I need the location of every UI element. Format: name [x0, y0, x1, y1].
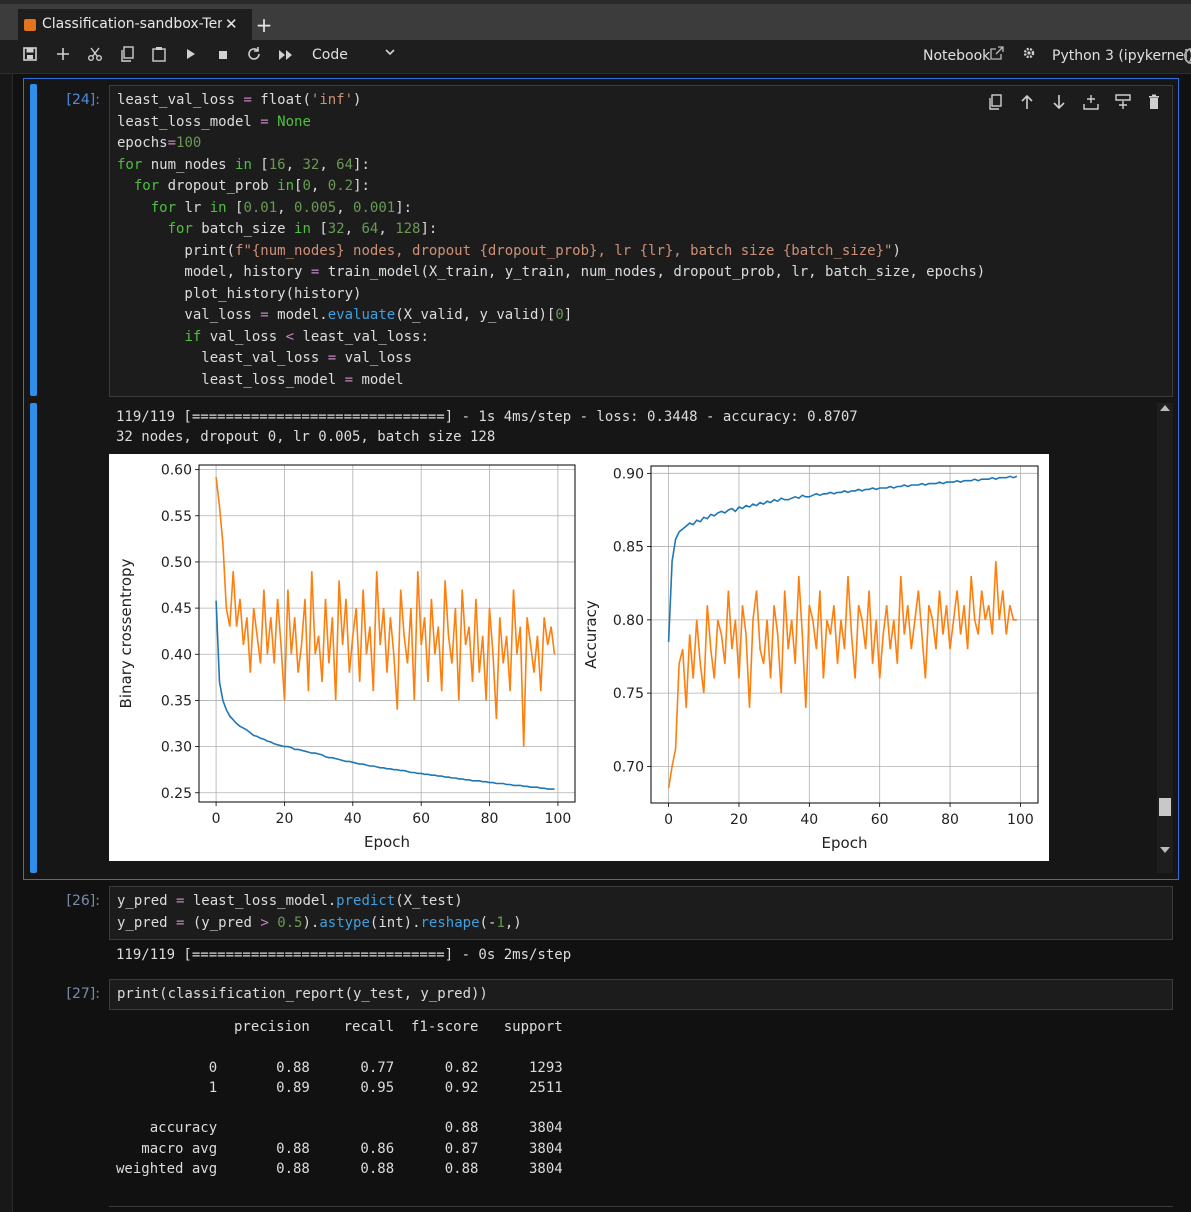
- x-tick-label: 80: [481, 811, 499, 827]
- move-up-icon[interactable]: [1017, 94, 1037, 110]
- chevron-down-icon[interactable]: [384, 46, 396, 62]
- copy-icon[interactable]: [116, 46, 138, 66]
- cell-output-text: 119/119 [==============================]…: [116, 409, 858, 446]
- x-tick-label: 40: [344, 811, 362, 827]
- x-tick-label: 0: [212, 811, 221, 827]
- cell-output-text: 119/119 [==============================]…: [116, 947, 572, 963]
- x-tick-label: 20: [276, 811, 294, 827]
- y-tick-label: 0.90: [613, 466, 644, 482]
- insert-above-icon[interactable]: [1081, 94, 1101, 110]
- x-axis-label: Epoch: [364, 833, 410, 851]
- tab-bar: Classification-sandbox-Tensc ✕ +: [0, 0, 1191, 40]
- external-link-icon[interactable]: [990, 46, 1004, 64]
- y-tick-label: 0.80: [613, 613, 644, 629]
- y-tick-label: 0.40: [161, 647, 192, 663]
- cell-prompt: [26]:: [66, 893, 100, 909]
- code-editor[interactable]: least_val_loss = float('inf') least_loss…: [109, 85, 1173, 397]
- cell-type-select[interactable]: Code: [312, 47, 348, 63]
- x-tick-label: 100: [545, 811, 572, 827]
- plot-output: 0 20 40 60 80 100 0.25 0.30 0.35 0.40 0.45 0.50 0.55…: [109, 454, 1049, 861]
- y-tick-label: 0.55: [161, 509, 192, 525]
- tab-title: Classification-sandbox-Tensc: [42, 16, 222, 32]
- y-axis-label: Accuracy: [582, 600, 600, 669]
- output-collapser[interactable]: [30, 403, 37, 873]
- scroll-down-icon[interactable]: [1160, 847, 1170, 853]
- cut-icon[interactable]: [84, 46, 106, 66]
- paste-icon[interactable]: [148, 46, 170, 66]
- left-sidebar: [0, 74, 13, 1212]
- scroll-thumb[interactable]: [1159, 798, 1171, 816]
- x-tick-label: 40: [800, 812, 818, 828]
- y-tick-label: 0.85: [613, 540, 644, 556]
- y-tick-label: 0.60: [161, 463, 192, 479]
- x-tick-label: 60: [412, 811, 430, 827]
- run-icon[interactable]: [180, 46, 202, 66]
- y-tick-label: 0.30: [161, 740, 192, 756]
- notebook-tab[interactable]: Classification-sandbox-Tensc ✕: [18, 9, 252, 40]
- y-tick-label: 0.70: [613, 759, 644, 775]
- move-down-icon[interactable]: [1049, 94, 1069, 110]
- y-axis-label: Binary crossentropy: [117, 558, 135, 708]
- code-editor[interactable]: y_pred = least_loss_model.predict(X_test…: [109, 886, 1173, 940]
- next-cell-edge: [109, 1206, 1173, 1207]
- x-tick-label: 20: [730, 812, 748, 828]
- classification-report: precision recall f1-score support 0 0.88…: [116, 1019, 563, 1178]
- scroll-up-icon[interactable]: [1160, 405, 1170, 411]
- kernel-status-icon: [1184, 48, 1191, 64]
- open-notebook-link[interactable]: Notebook: [923, 48, 990, 64]
- output-scrollbar[interactable]: [1157, 403, 1173, 873]
- run-all-icon[interactable]: [275, 46, 297, 66]
- kernel-name[interactable]: Python 3 (ipykernel): [1052, 48, 1191, 64]
- save-icon[interactable]: [19, 46, 41, 66]
- y-tick-label: 0.35: [161, 693, 192, 709]
- stop-icon[interactable]: [212, 46, 234, 66]
- duplicate-cell-icon[interactable]: [985, 94, 1005, 110]
- add-cell-icon[interactable]: [52, 46, 74, 66]
- window-top-border: [0, 0, 1191, 4]
- cell-prompt: [27]:: [66, 986, 100, 1002]
- code-editor[interactable]: print(classification_report(y_test, y_pr…: [109, 979, 1173, 1010]
- validation-series-line: [215, 476, 556, 747]
- y-tick-label: 0.45: [161, 601, 192, 617]
- code-block[interactable]: print(classification_report(y_test, y_pr…: [117, 984, 488, 1006]
- delete-cell-icon[interactable]: [1144, 94, 1164, 110]
- y-tick-label: 0.25: [161, 786, 192, 802]
- code-block[interactable]: least_val_loss = float('inf') least_loss…: [117, 90, 985, 391]
- x-tick-label: 60: [871, 812, 889, 828]
- insert-below-icon[interactable]: [1113, 94, 1133, 110]
- history-plots: 0 20 40 60 80 100 0.25 0.30 0.35 0.40 0.45 0.50 0.55…: [117, 463, 1039, 852]
- x-tick-label: 80: [941, 812, 959, 828]
- kernel-settings-icon[interactable]: [1022, 46, 1036, 64]
- notebook-toolbar: Code Notebook Python 3 (ipykernel): [0, 40, 1191, 74]
- jupyter-notebook-icon: [24, 19, 36, 31]
- x-tick-label: 0: [664, 812, 673, 828]
- new-tab-button[interactable]: +: [253, 14, 275, 36]
- y-tick-label: 0.75: [613, 686, 644, 702]
- code-block[interactable]: y_pred = least_loss_model.predict(X_test…: [117, 891, 522, 934]
- x-axis-label: Epoch: [822, 834, 868, 852]
- y-tick-label: 0.50: [161, 555, 192, 571]
- restart-icon[interactable]: [243, 46, 265, 66]
- cell-prompt: [24]:: [66, 92, 100, 108]
- x-tick-label: 100: [1007, 812, 1034, 828]
- tab-close-icon[interactable]: ✕: [225, 9, 238, 40]
- validation-series-line: [667, 561, 1017, 789]
- input-collapser[interactable]: [30, 84, 37, 396]
